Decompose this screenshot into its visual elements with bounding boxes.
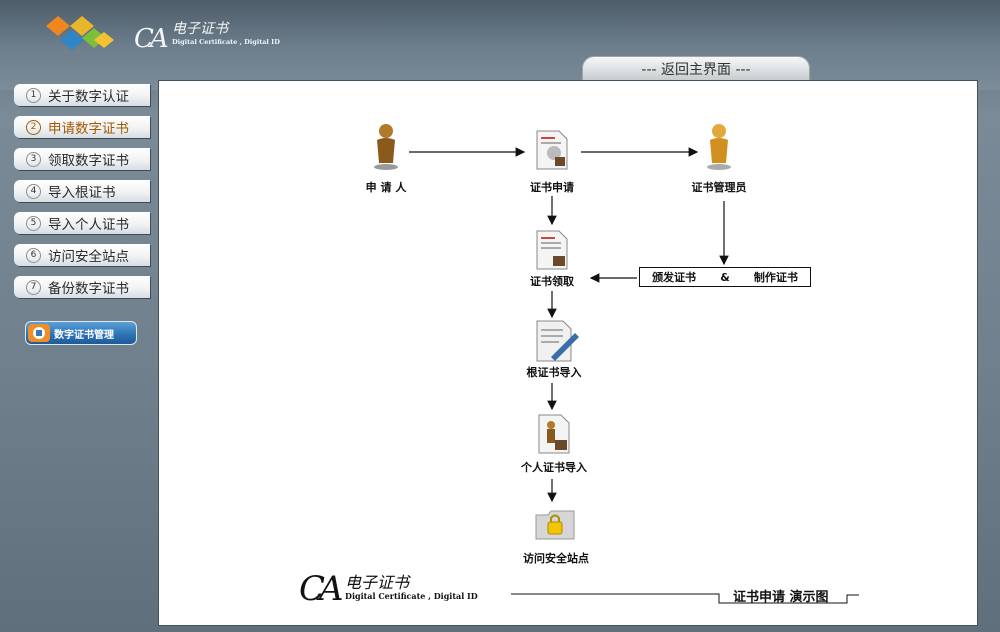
sidebar-item-label: 关于数字认证 [48,89,129,105]
root-cert-import-icon [536,320,579,362]
nav-number-badge: 5 [26,215,41,231]
return-main-button[interactable]: --- 返回主界面 --- [582,56,810,81]
sidebar-item-label: 备份数字证书 [48,281,129,297]
nav-number-badge: 4 [26,183,41,199]
footer-brand-zh: 电子证书 [345,573,410,592]
flow-diagram [374,124,859,604]
nav-number-badge: 3 [26,151,41,167]
sidebar-item-receive-cert[interactable]: 3 领取数字证书 [14,148,150,170]
applicant-label: 申 请 人 [365,181,407,194]
diagram-title: 证书申请 演示图 [733,590,829,605]
cert-management-label: 数字证书管理 [54,329,114,341]
applicant-person-icon [374,124,398,170]
brand-zh: 电子证书 [172,21,228,37]
sidebar-item-about-cert[interactable]: 1 关于数字认证 [14,84,150,106]
cert-apply-doc-icon [536,130,568,170]
make-label: 制作证书 [753,271,798,284]
footer-brand-mark: CA [299,569,344,609]
issue-make-box: 颁发证书 & 制作证书 [639,267,811,287]
sidebar-item-apply-cert[interactable]: 2 申请数字证书 [14,116,150,138]
nav-number-badge: 6 [26,247,41,263]
diagram-panel: 申 请 人 证书申请 证书管理员 证书领取 颁发证书 & 制作证书 根证书导入 … [158,80,978,626]
visit-site-label: 访问安全站点 [523,552,589,565]
cert-manager-icon [28,324,50,342]
cert-receive-label: 证书领取 [530,275,574,288]
brand-mark: CA [134,24,169,54]
sidebar-item-label: 导入个人证书 [48,217,129,233]
sidebar-item-import-personal[interactable]: 5 导入个人证书 [14,212,150,234]
sidebar-item-label: 访问安全站点 [48,249,129,265]
root-import-label: 根证书导入 [526,366,582,379]
sidebar-item-label: 领取数字证书 [48,153,129,169]
cert-receive-doc-icon [536,230,568,270]
brand: CA 电子证书 Digital Certificate , Digital ID [134,21,280,54]
secure-folder-lock-icon [535,510,575,540]
sidebar-item-label: 申请数字证书 [48,121,129,137]
brand-en: Digital Certificate , Digital ID [172,38,280,46]
cert-management-button[interactable]: 数字证书管理 [25,321,137,345]
sidebar-item-backup-cert[interactable]: 7 备份数字证书 [14,276,150,298]
nav-number-badge: 7 [26,279,41,295]
amp-label: & [720,270,730,284]
sidebar: 1 关于数字认证 2 申请数字证书 3 领取数字证书 4 导入根证书 5 导入个… [14,84,150,308]
cert-apply-label: 证书申请 [530,181,574,194]
sidebar-item-label: 导入根证书 [48,185,116,201]
footer-brand-en: Digital Certificate , Digital ID [345,591,478,601]
cert-admin-label: 证书管理员 [691,181,747,194]
logo-diamonds [46,16,114,50]
issue-label: 颁发证书 [652,271,697,284]
personal-cert-import-icon [538,414,570,454]
personal-import-label: 个人证书导入 [521,461,587,474]
nav-number-badge: 1 [26,87,41,103]
nav-number-badge: 2 [26,119,41,135]
sidebar-item-import-root[interactable]: 4 导入根证书 [14,180,150,202]
sidebar-item-visit-site[interactable]: 6 访问安全站点 [14,244,150,266]
footer-brand: CA 电子证书 Digital Certificate , Digital ID [299,569,478,609]
admin-person-icon [707,124,731,170]
